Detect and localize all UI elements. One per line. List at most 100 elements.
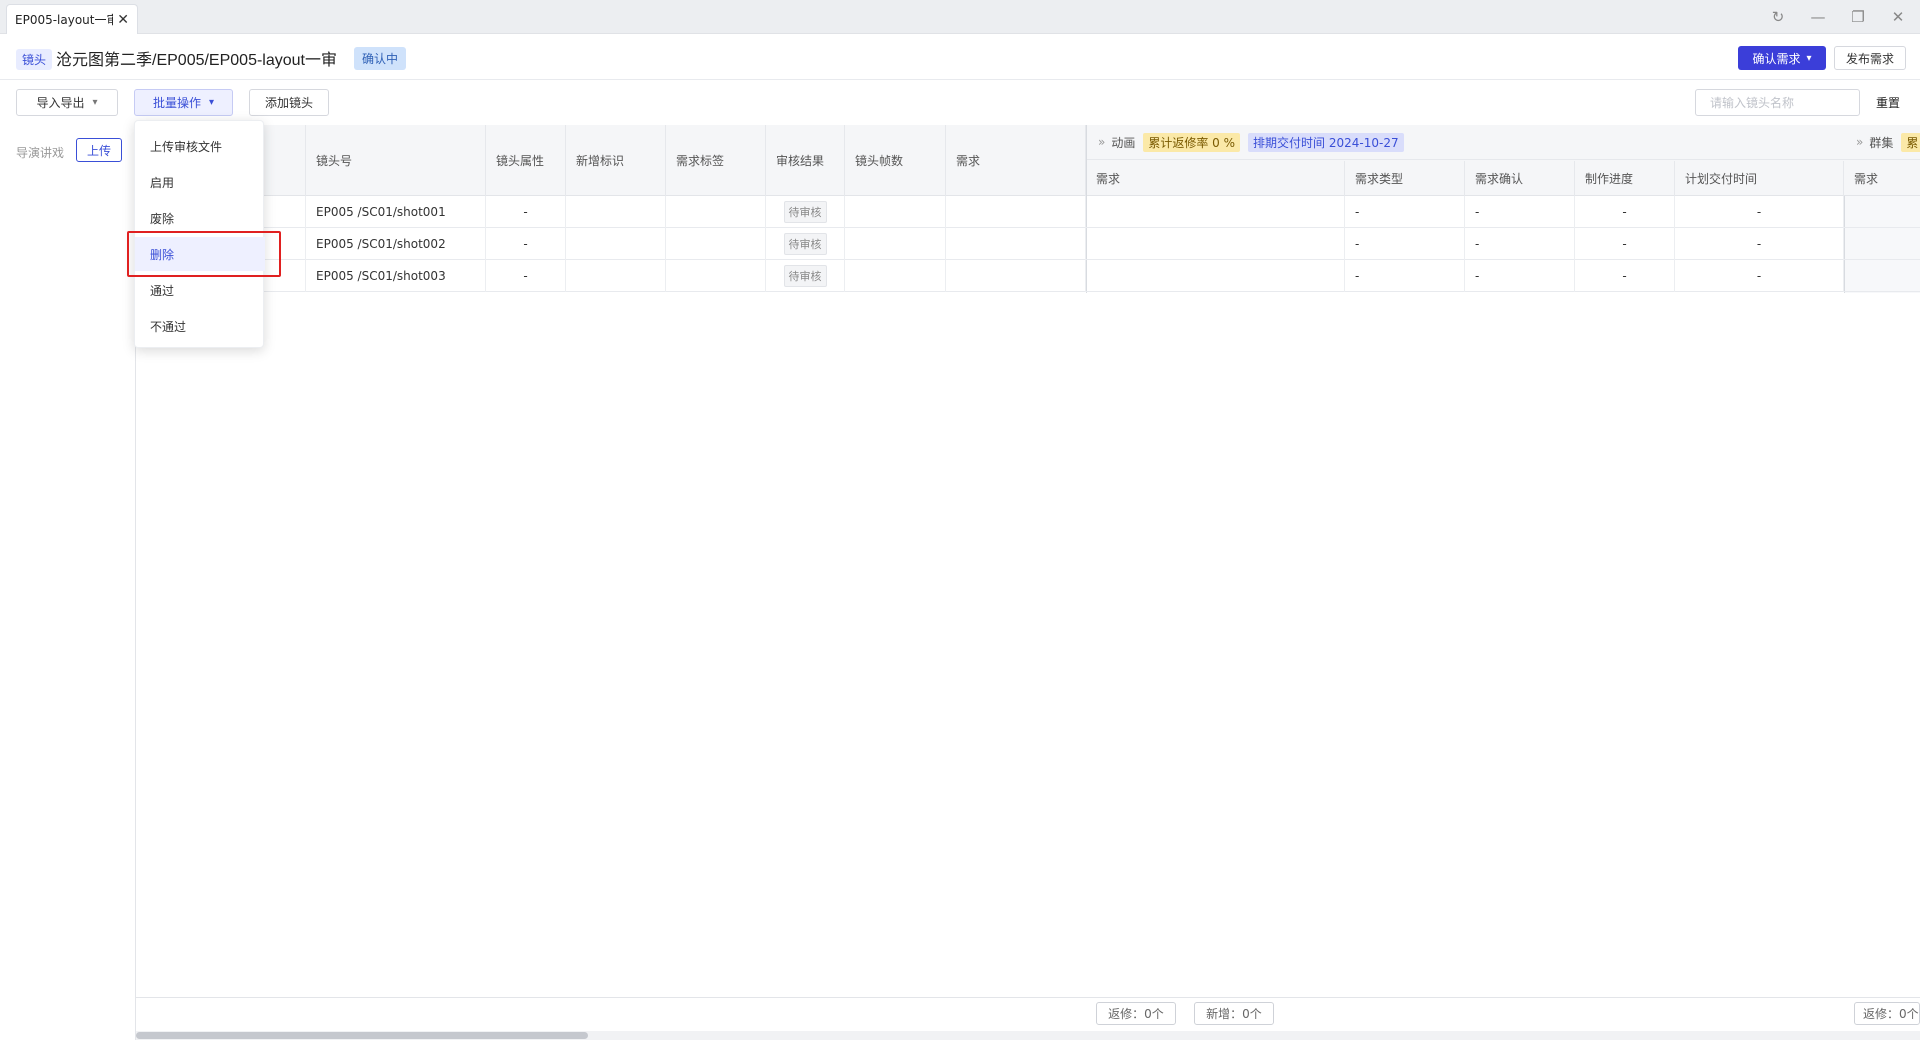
anim-progress-cell: - bbox=[1575, 196, 1675, 228]
minimize-icon[interactable]: — bbox=[1806, 6, 1830, 28]
expand-icon[interactable]: » bbox=[1856, 135, 1863, 149]
batch-operations-label: 批量操作 bbox=[152, 96, 201, 110]
chevron-down-icon: ▾ bbox=[1806, 52, 1812, 64]
menu-item-abolish[interactable]: 废除 bbox=[135, 201, 265, 235]
delete-highlight-annotation bbox=[127, 231, 281, 277]
col-requirement-tag: 需求标签 bbox=[666, 125, 766, 196]
shot-number-cell: EP005 /SC01/shot001 bbox=[306, 196, 486, 228]
horizontal-scrollbar[interactable] bbox=[136, 1031, 1920, 1040]
close-window-icon[interactable]: ✕ bbox=[1886, 6, 1910, 28]
anim-progress-cell: - bbox=[1575, 260, 1675, 292]
review-result-cell: 待审核 bbox=[766, 196, 845, 228]
table-row[interactable]: EP005 /SC01/shot001 - 待审核 - - - - bbox=[136, 196, 1920, 228]
expand-icon[interactable]: » bbox=[1098, 135, 1105, 149]
page-title: 沧元图第二季/EP005/EP005-layout一审 bbox=[56, 52, 337, 69]
shot-table: 镜头号 镜头属性 新增标识 需求标签 审核结果 镜头帧数 需求 » 动画 累计返… bbox=[136, 125, 1920, 1040]
rework-count-button[interactable]: 返修：0个 bbox=[1096, 1002, 1176, 1025]
col-frame-count: 镜头帧数 bbox=[845, 125, 946, 196]
requirement-cell bbox=[946, 228, 1086, 260]
new-flag-cell bbox=[566, 196, 666, 228]
table-row[interactable]: EP005 /SC01/shot003 - 待审核 - - - - bbox=[136, 260, 1920, 292]
frame-count-cell bbox=[845, 228, 946, 260]
anim-requirement-cell bbox=[1086, 196, 1345, 228]
refresh-icon[interactable]: ↻ bbox=[1766, 6, 1790, 28]
review-status-badge: 待审核 bbox=[783, 265, 827, 287]
shot-number-cell: EP005 /SC01/shot003 bbox=[306, 260, 486, 292]
review-result-cell: 待审核 bbox=[766, 260, 845, 292]
requirement-tag-cell bbox=[666, 260, 766, 292]
anim-type-cell: - bbox=[1345, 228, 1465, 260]
shot-search-input[interactable] bbox=[1695, 89, 1860, 116]
status-badge: 确认中 bbox=[354, 47, 407, 70]
animation-group-header: » 动画 累计返修率 0 % 排期交付时间 2024-10-27 bbox=[1086, 125, 1844, 160]
batch-operations-button[interactable]: 批量操作 ▾ bbox=[134, 89, 233, 116]
menu-item-fail[interactable]: 不通过 bbox=[135, 309, 265, 343]
subcol-production-progress: 制作进度 bbox=[1575, 161, 1675, 196]
requirement-cell bbox=[946, 260, 1086, 292]
subcol-planned-delivery: 计划交付时间 bbox=[1675, 161, 1844, 196]
anim-requirement-cell bbox=[1086, 260, 1345, 292]
restore-icon[interactable]: ❐ bbox=[1846, 6, 1870, 28]
shot-number-cell: EP005 /SC01/shot002 bbox=[306, 228, 486, 260]
anim-type-cell: - bbox=[1345, 260, 1465, 292]
confirm-requirement-button[interactable]: 确认需求 ▾ bbox=[1738, 46, 1826, 70]
review-status-badge: 待审核 bbox=[783, 201, 827, 223]
col-shot-number: 镜头号 bbox=[306, 125, 486, 196]
shot-attribute-cell: - bbox=[486, 260, 566, 292]
anim-confirm-cell: - bbox=[1465, 196, 1575, 228]
menu-item-upload-review-file[interactable]: 上传审核文件 bbox=[135, 129, 265, 163]
anim-confirm-cell: - bbox=[1465, 228, 1575, 260]
anim-progress-cell: - bbox=[1575, 228, 1675, 260]
chevron-down-icon: ▾ bbox=[208, 97, 215, 108]
added-count-button[interactable]: 新增：0个 bbox=[1194, 1002, 1274, 1025]
tab-label: EP005-layout一审 bbox=[15, 13, 114, 27]
review-status-badge: 待审核 bbox=[783, 233, 827, 255]
anim-plan-cell: - bbox=[1675, 228, 1844, 260]
menu-item-pass[interactable]: 通过 bbox=[135, 273, 265, 307]
reset-button[interactable]: 重置 bbox=[1876, 94, 1900, 111]
frame-count-cell bbox=[845, 260, 946, 292]
anim-confirm-cell: - bbox=[1465, 260, 1575, 292]
subcol-requirement-type: 需求类型 bbox=[1345, 161, 1465, 196]
review-result-cell: 待审核 bbox=[766, 228, 845, 260]
col-review-result: 审核结果 bbox=[766, 125, 845, 196]
shot-attribute-cell: - bbox=[486, 196, 566, 228]
upload-button[interactable]: 上传 bbox=[76, 138, 122, 162]
crowd-group-header: » 群集 累 bbox=[1844, 125, 1920, 160]
crowd-rework-count-button[interactable]: 返修：0个 bbox=[1854, 1002, 1920, 1025]
col-shot-attribute: 镜头属性 bbox=[486, 125, 566, 196]
publish-requirement-button[interactable]: 发布需求 bbox=[1834, 46, 1906, 70]
requirement-tag-cell bbox=[666, 228, 766, 260]
tab-close-icon[interactable]: ✕ bbox=[117, 12, 129, 28]
anim-plan-cell: - bbox=[1675, 260, 1844, 292]
director-brief-label: 导演讲戏 bbox=[16, 146, 65, 160]
scrollbar-thumb[interactable] bbox=[136, 1032, 588, 1039]
chevron-down-icon: ▾ bbox=[92, 97, 98, 108]
col-requirement: 需求 bbox=[946, 125, 1086, 196]
tab-ep005-layout[interactable]: EP005-layout一审 ✕ bbox=[6, 4, 138, 34]
delivery-date-badge: 排期交付时间 2024-10-27 bbox=[1248, 132, 1404, 152]
frame-count-cell bbox=[845, 196, 946, 228]
anim-type-cell: - bbox=[1345, 196, 1465, 228]
crowd-group-name: 群集 bbox=[1869, 135, 1894, 150]
shot-attribute-cell: - bbox=[486, 228, 566, 260]
requirement-cell bbox=[946, 196, 1086, 228]
rework-rate-badge: 累计返修率 0 % bbox=[1143, 132, 1241, 152]
crowd-rework-badge: 累 bbox=[1901, 132, 1920, 152]
new-flag-cell bbox=[566, 228, 666, 260]
left-panel: 导演讲戏 上传 bbox=[0, 125, 136, 1040]
shot-type-tag: 镜头 bbox=[16, 49, 53, 70]
import-export-button[interactable]: 导入导出 ▾ bbox=[16, 89, 118, 116]
subcol-requirement-confirm: 需求确认 bbox=[1465, 161, 1575, 196]
menu-item-enable[interactable]: 启用 bbox=[135, 165, 265, 199]
table-header: 镜头号 镜头属性 新增标识 需求标签 审核结果 镜头帧数 需求 » 动画 累计返… bbox=[136, 125, 1920, 196]
import-export-label: 导入导出 bbox=[36, 96, 85, 110]
table-row[interactable]: EP005 /SC01/shot002 - 待审核 - - - - bbox=[136, 228, 1920, 260]
col-new-flag: 新增标识 bbox=[566, 125, 666, 196]
new-flag-cell bbox=[566, 260, 666, 292]
animation-group-name: 动画 bbox=[1111, 135, 1136, 150]
anim-requirement-cell bbox=[1086, 228, 1345, 260]
page-header: 镜头 沧元图第二季/EP005/EP005-layout一审 确认中 确认需求 … bbox=[0, 34, 1920, 80]
add-shot-button[interactable]: 添加镜头 bbox=[249, 89, 329, 116]
anim-plan-cell: - bbox=[1675, 196, 1844, 228]
